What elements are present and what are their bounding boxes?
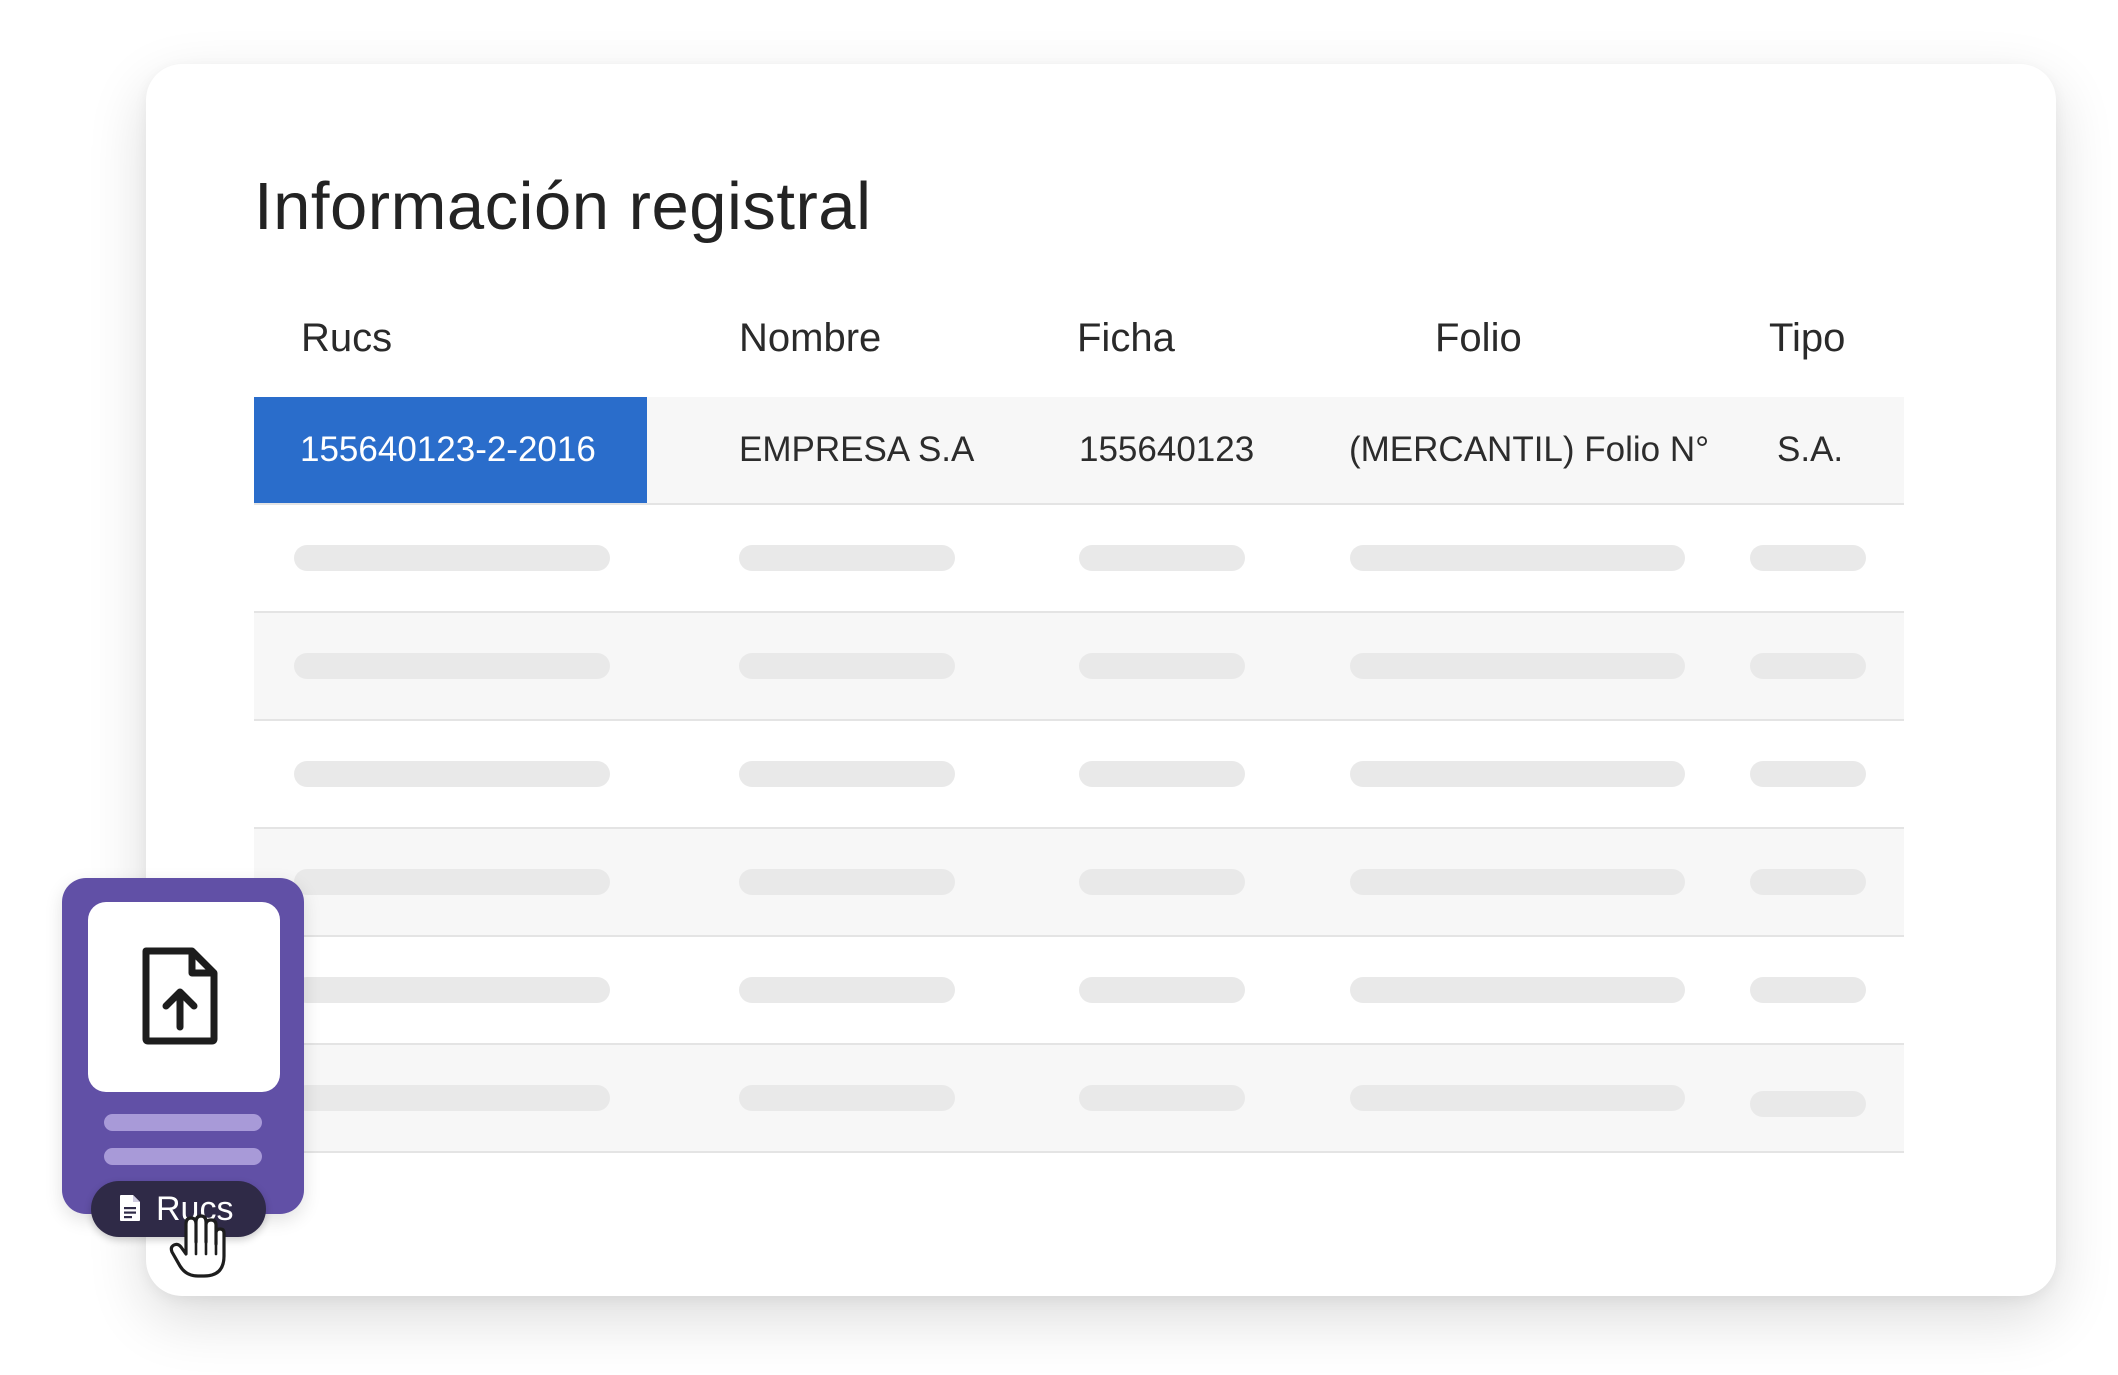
skeleton-bar — [1750, 1091, 1866, 1117]
skeleton-bar — [294, 977, 610, 1003]
ruc-cell-selected[interactable]: 155640123-2-2016 — [254, 397, 647, 503]
skeleton-bar — [1350, 1085, 1685, 1111]
column-header-rucs[interactable]: Rucs — [301, 316, 392, 361]
skeleton-bar — [739, 869, 955, 895]
skeleton-bar — [1350, 545, 1685, 571]
skeleton-bar — [1350, 977, 1685, 1003]
registry-table: Rucs Nombre Ficha Folio Tipo 155640123-2… — [254, 290, 1904, 1153]
skeleton-bar — [739, 1085, 955, 1111]
skeleton-bar — [1350, 761, 1685, 787]
upload-progress-bar — [104, 1148, 262, 1165]
document-icon — [120, 1195, 140, 1221]
placeholder-row — [254, 829, 1904, 937]
placeholder-row — [254, 937, 1904, 1045]
skeleton-bar — [1079, 977, 1245, 1003]
skeleton-bar — [1350, 869, 1685, 895]
skeleton-bar — [1079, 1085, 1245, 1111]
skeleton-bar — [294, 761, 610, 787]
stage: Información registral Rucs Nombre Ficha … — [0, 0, 2118, 1375]
placeholder-row — [254, 721, 1904, 829]
skeleton-bar — [1750, 869, 1866, 895]
placeholder-row — [254, 613, 1904, 721]
column-header-nombre[interactable]: Nombre — [739, 316, 881, 361]
upload-dropzone[interactable] — [88, 902, 280, 1092]
ficha-cell[interactable]: 155640123 — [1079, 397, 1254, 503]
skeleton-bar — [739, 761, 955, 787]
tipo-cell[interactable]: S.A. — [1777, 397, 1843, 503]
skeleton-bar — [1079, 545, 1245, 571]
skeleton-bar — [739, 545, 955, 571]
file-upload-widget[interactable] — [62, 878, 304, 1214]
upload-progress-bar — [104, 1114, 262, 1131]
skeleton-bar — [1750, 653, 1866, 679]
placeholder-row — [254, 505, 1904, 613]
skeleton-bar — [1750, 977, 1866, 1003]
column-header-folio[interactable]: Folio — [1435, 316, 1522, 361]
skeleton-bar — [1079, 653, 1245, 679]
skeleton-bar — [1750, 761, 1866, 787]
skeleton-bar — [1079, 869, 1245, 895]
column-header-tipo[interactable]: Tipo — [1769, 316, 1845, 361]
hand-pointer-icon — [169, 1214, 226, 1278]
folio-cell[interactable]: (MERCANTIL) Folio N° — [1349, 397, 1709, 503]
table-header: Rucs Nombre Ficha Folio Tipo — [254, 290, 1904, 397]
table-row[interactable]: 155640123-2-2016 EMPRESA S.A 155640123 (… — [254, 397, 1904, 505]
file-upload-icon — [142, 947, 218, 1045]
skeleton-bar — [739, 653, 955, 679]
skeleton-bar — [294, 869, 610, 895]
skeleton-bar — [1350, 653, 1685, 679]
placeholder-row — [254, 1045, 1904, 1153]
nombre-cell[interactable]: EMPRESA S.A — [739, 397, 974, 503]
skeleton-bar — [294, 1085, 610, 1111]
column-header-ficha[interactable]: Ficha — [1077, 316, 1175, 361]
skeleton-bar — [1750, 545, 1866, 571]
skeleton-bar — [294, 653, 610, 679]
skeleton-bar — [739, 977, 955, 1003]
page-title: Información registral — [254, 169, 872, 244]
skeleton-bar — [1079, 761, 1245, 787]
skeleton-bar — [294, 545, 610, 571]
